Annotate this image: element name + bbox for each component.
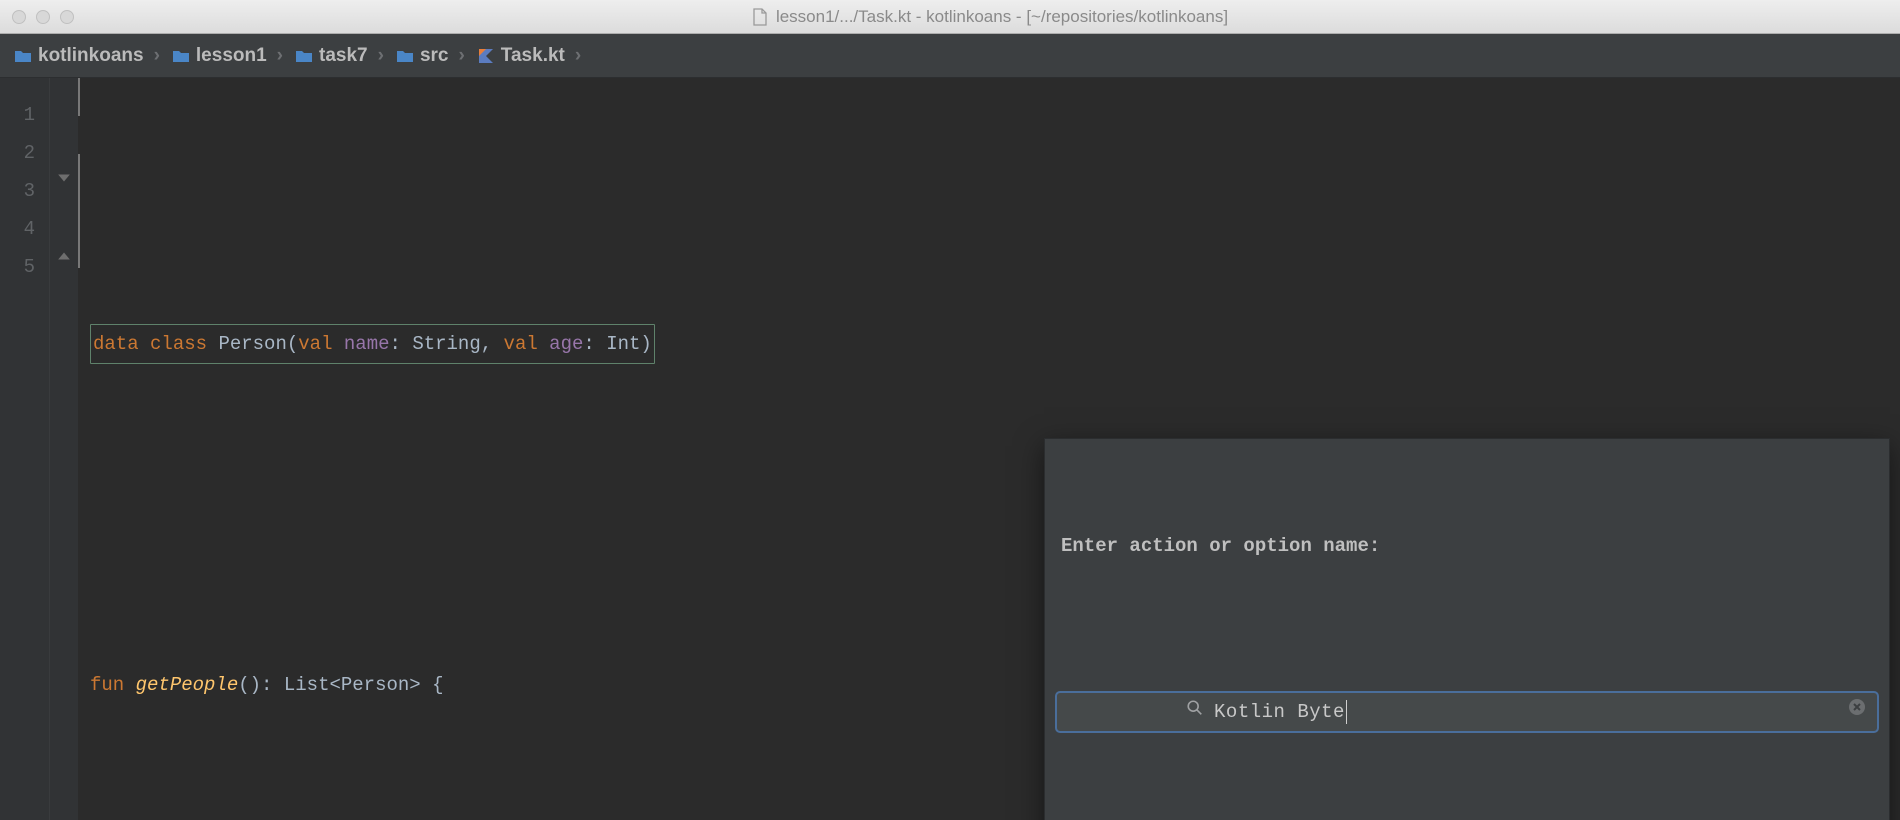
close-window-button[interactable]	[12, 10, 26, 24]
class-name: Person	[218, 333, 286, 355]
chevron-right-icon: ›	[458, 45, 464, 67]
keyword: class	[150, 333, 207, 355]
type: Int	[606, 333, 640, 355]
line-number: 3	[0, 172, 35, 210]
find-action-popup: Enter action or option name: Kotlin Byte…	[1044, 438, 1890, 820]
keyword: data	[93, 333, 139, 355]
clear-search-button[interactable]	[1728, 655, 1867, 769]
keyword: val	[504, 333, 538, 355]
change-marker	[78, 78, 80, 116]
search-icon	[1067, 655, 1204, 769]
function-name: getPeople	[136, 674, 239, 696]
breadcrumb-item-root[interactable]: kotlinkoans ›	[8, 45, 166, 67]
breadcrumb-item-src[interactable]: src ›	[390, 45, 471, 67]
line-number: 2	[0, 134, 35, 172]
folder-icon	[14, 47, 32, 65]
popup-prompt: Enter action or option name:	[1045, 515, 1889, 573]
line-number: 1	[0, 96, 35, 134]
chevron-right-icon: ›	[154, 45, 160, 67]
breadcrumb-label: lesson1	[196, 45, 267, 67]
breadcrumb-item-task7[interactable]: task7 ›	[289, 45, 390, 67]
breadcrumb-label: src	[420, 45, 449, 67]
breadcrumb-bar: kotlinkoans › lesson1 › task7 › src › Ta…	[0, 34, 1900, 78]
breadcrumb-item-file[interactable]: Task.kt ›	[471, 45, 587, 67]
line-number: 4	[0, 210, 35, 248]
change-marker	[78, 154, 80, 268]
code-editor[interactable]: 1 2 3 4 5 data class Person(val name: St…	[0, 78, 1900, 820]
identifier: age	[549, 333, 583, 355]
file-icon	[752, 8, 768, 26]
line-number: 5	[0, 248, 35, 286]
keyword: fun	[90, 674, 124, 696]
code-line: data class Person(val name: String, val …	[90, 324, 1890, 362]
window-title: lesson1/.../Task.kt - kotlinkoans - [~/r…	[92, 7, 1888, 27]
line-number-gutter: 1 2 3 4 5	[0, 78, 50, 820]
folder-icon	[172, 47, 190, 65]
window-titlebar: lesson1/.../Task.kt - kotlinkoans - [~/r…	[0, 0, 1900, 34]
breadcrumb-item-lesson1[interactable]: lesson1 ›	[166, 45, 289, 67]
breadcrumb-label: Task.kt	[501, 45, 565, 67]
window-title-text: lesson1/.../Task.kt - kotlinkoans - [~/r…	[776, 7, 1228, 27]
code-area[interactable]: data class Person(val name: String, val …	[78, 78, 1900, 820]
chevron-right-icon: ›	[378, 45, 384, 67]
window-controls	[12, 10, 74, 24]
fold-toggle-close-icon[interactable]	[56, 248, 72, 264]
action-search-input[interactable]: Kotlin Byte	[1055, 691, 1879, 733]
breadcrumb-label: task7	[319, 45, 368, 67]
chevron-right-icon: ›	[277, 45, 283, 67]
folder-icon	[396, 47, 414, 65]
minimize-window-button[interactable]	[36, 10, 50, 24]
text-caret	[1346, 700, 1347, 724]
breadcrumb-label: kotlinkoans	[38, 45, 144, 67]
identifier: name	[344, 333, 390, 355]
search-query-text: Kotlin Byte	[1214, 693, 1718, 731]
folder-icon	[295, 47, 313, 65]
kotlin-file-icon	[477, 47, 495, 65]
zoom-window-button[interactable]	[60, 10, 74, 24]
fold-gutter	[50, 78, 78, 820]
type: String	[412, 333, 480, 355]
chevron-right-icon: ›	[575, 45, 581, 67]
fold-toggle-open-icon[interactable]	[56, 170, 72, 186]
keyword: val	[298, 333, 332, 355]
